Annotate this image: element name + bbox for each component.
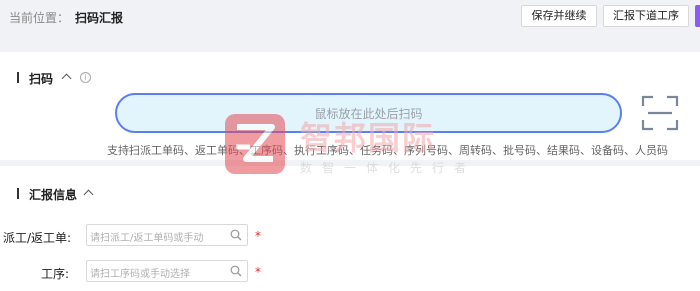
scan-hint-text: 支持扫派工单码、返工单码、工序码、执行工序码、任务码、序列号码、周转码、批号码、… [107,144,668,157]
search-icon[interactable] [230,229,242,241]
section-marker [17,188,19,199]
page-title: 扫码汇报 [75,11,124,25]
search-icon[interactable] [230,265,242,277]
process-input[interactable]: 请扫工序码或手动选择 [86,260,248,282]
scan-section-title: 扫码 [29,72,54,86]
field-label-dispatch-order: 派工/返工单: [3,231,72,245]
field-label-process: 工序: [41,267,70,281]
dispatch-order-placeholder: 请扫派工/返工单码或手动 [90,233,204,244]
top-bar: 当前位置： 扫码汇报 保存并继续 汇报下道工序 [0,0,700,52]
section-marker [17,72,19,83]
dispatch-order-input[interactable]: 请扫派工/返工单码或手动 [86,224,248,246]
process-placeholder: 请扫工序码或手动选择 [90,269,190,280]
required-mark: * [255,265,261,279]
breadcrumb-prefix: 当前位置： [9,11,70,25]
required-mark: * [255,229,261,243]
report-section-title: 汇报信息 [29,188,78,202]
report-next-step-button[interactable]: 汇报下道工序 [603,5,689,27]
scan-icon[interactable] [641,95,679,131]
breadcrumb: 当前位置： 扫码汇报 [9,9,123,26]
info-icon[interactable]: i [80,72,91,83]
edge-accent-tab[interactable] [695,5,700,27]
scan-placeholder: 鼠标放在此处后扫码 [314,107,423,121]
save-continue-button[interactable]: 保存并继续 [521,5,597,27]
